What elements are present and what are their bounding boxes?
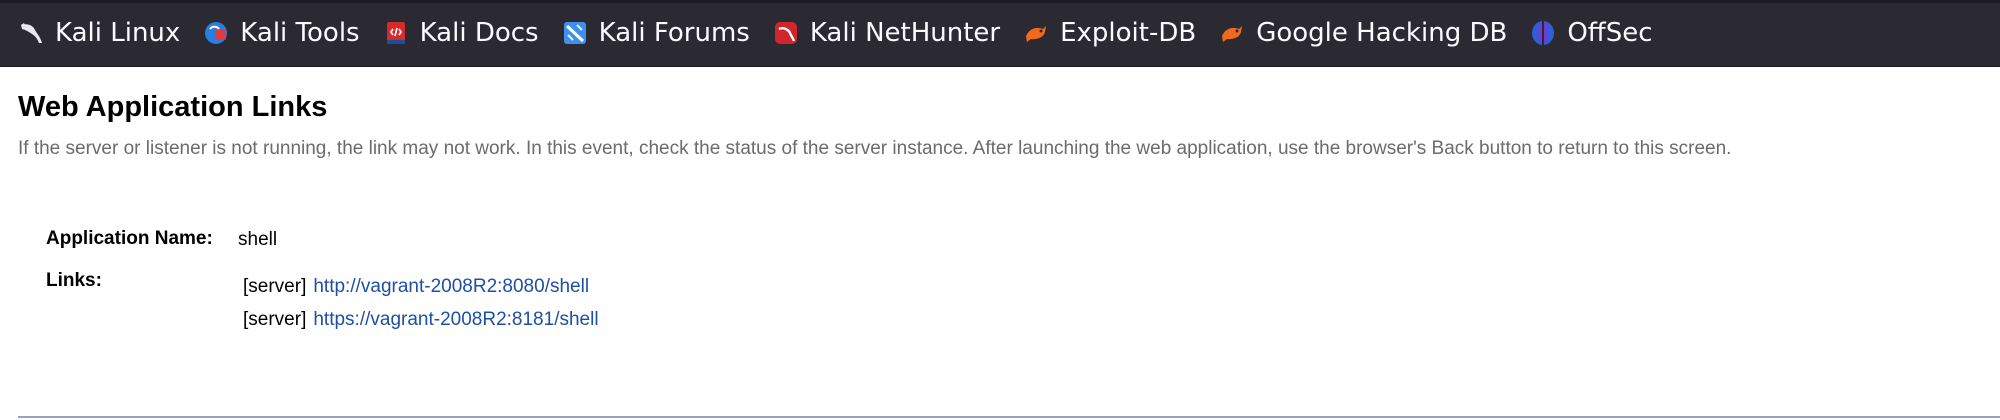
bookmark-exploit-db[interactable]: Exploit-DB [1023,13,1196,53]
kali-forums-icon [562,20,588,46]
bookmark-kali-docs[interactable]: Kali Docs [383,13,539,53]
bookmark-label: Google Hacking DB [1256,18,1508,48]
kali-dragon-icon [18,20,44,46]
bookmark-label: Exploit-DB [1060,18,1197,48]
page-content: Web Application Links If the server or l… [0,67,2000,420]
bookmark-offsec[interactable]: OffSec [1530,13,1653,53]
https-shell-link[interactable]: https://vagrant-2008R2:8181/shell [313,309,598,330]
google-hacking-db-icon [1219,20,1245,46]
server-tag: [server] [243,276,307,297]
application-name-label: Application Name: [46,228,213,249]
link-row: [server] http://vagrant-2008R2:8080/shell [243,276,589,298]
bookmark-label: Kali Linux [55,18,181,48]
bookmark-kali-nethunter[interactable]: Kali NetHunter [773,13,1000,53]
instructions-text: If the server or listener is not running… [18,138,1732,159]
bookmark-label: Kali Forums [598,18,750,48]
bookmark-label: Kali NetHunter [809,18,1001,48]
link-row: [server] https://vagrant-2008R2:8181/shel… [243,309,599,331]
bookmark-label: Kali Tools [240,18,360,48]
application-name-value: shell [238,229,278,250]
bookmark-google-hacking-db[interactable]: Google Hacking DB [1219,13,1507,53]
bookmark-label: OffSec [1567,18,1653,48]
kali-tools-icon [203,20,229,46]
bookmark-kali-tools[interactable]: Kali Tools [203,13,360,53]
offsec-icon [1530,20,1556,46]
exploit-db-icon [1023,20,1049,46]
bookmark-kali-linux[interactable]: Kali Linux [18,13,180,53]
links-label: Links: [46,270,102,291]
divider [18,416,2000,418]
kali-nethunter-icon [773,20,799,46]
bookmark-kali-forums[interactable]: Kali Forums [562,13,750,53]
server-tag: [server] [243,309,307,330]
bookmark-label: Kali Docs [419,18,539,48]
page-title: Web Application Links [18,91,328,123]
bookmarks-toolbar: Kali Linux Kali Tools Kali Docs Kali For… [0,0,2000,67]
http-shell-link[interactable]: http://vagrant-2008R2:8080/shell [313,276,589,297]
kali-docs-icon [383,20,409,46]
